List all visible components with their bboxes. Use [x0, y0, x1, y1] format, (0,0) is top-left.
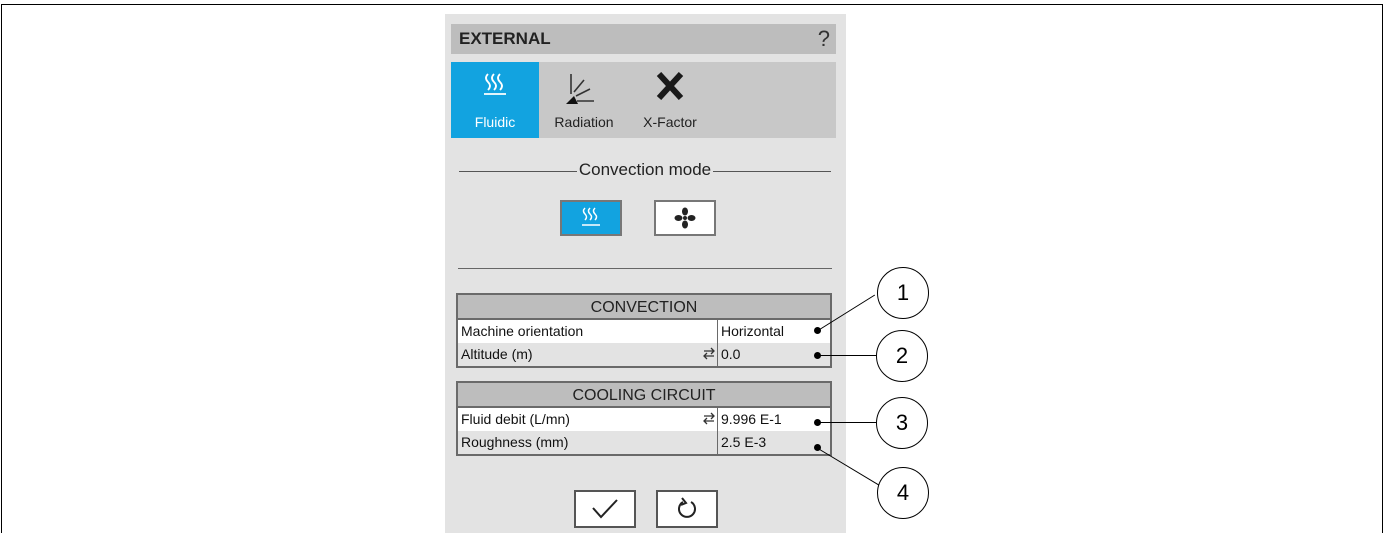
fluid-debit-field[interactable]: 9.996 E-1 [717, 408, 830, 431]
help-button[interactable]: ? [818, 26, 830, 52]
cooling-circuit-table-title: COOLING CIRCUIT [458, 383, 830, 408]
tab-x-factor[interactable]: X-Factor [629, 62, 711, 138]
swap-arrows-icon[interactable] [702, 346, 716, 360]
row-value: 2.5 E-3 [721, 434, 767, 450]
checkmark-icon [592, 499, 618, 519]
callout-2: 2 [876, 330, 928, 382]
row-label: Altitude (m) [461, 346, 533, 362]
callout-4: 4 [877, 467, 929, 519]
convection-mode-heading: Convection mode [459, 160, 831, 182]
frame-top-border [1, 4, 1383, 5]
callout-3: 3 [876, 397, 928, 449]
callout-2-leader [818, 355, 876, 356]
table-row-fluid-debit: Fluid debit (L/mn) 9.996 E-1 [458, 408, 830, 431]
tab-fluidic[interactable]: Fluidic [451, 62, 539, 138]
row-label: Roughness (mm) [461, 434, 569, 450]
tab-label: Radiation [554, 114, 614, 130]
row-value: 9.996 E-1 [721, 411, 782, 427]
heat-waves-icon [484, 73, 506, 95]
panel-title: EXTERNAL [459, 29, 551, 48]
external-panel: EXTERNAL ? Fluidic Radiation X-Factor Co… [445, 14, 846, 533]
table-row-machine-orientation: Machine orientation Horizontal [458, 320, 830, 343]
tab-label: Fluidic [474, 114, 516, 130]
section-divider [458, 268, 832, 269]
natural-convection-button[interactable] [560, 200, 622, 236]
tab-radiation[interactable]: Radiation [543, 62, 625, 138]
row-value: Horizontal [721, 323, 785, 339]
tab-bar: Fluidic Radiation X-Factor [451, 62, 836, 138]
table-row-roughness: Roughness (mm) 2.5 E-3 [458, 431, 830, 454]
reset-icon [678, 497, 696, 518]
convection-mode-title: Convection mode [576, 160, 714, 179]
x-factor-icon [656, 72, 684, 100]
reset-button[interactable] [656, 490, 718, 528]
tab-label: X-Factor [643, 114, 697, 130]
callout-3-leader [818, 422, 876, 423]
forced-convection-button[interactable] [654, 200, 716, 236]
roughness-field[interactable]: 2.5 E-3 [717, 431, 830, 454]
fan-icon [674, 207, 696, 229]
row-value: 0.0 [721, 346, 741, 362]
natural-convection-icon [582, 207, 600, 226]
row-label: Machine orientation [461, 323, 584, 339]
machine-orientation-field[interactable]: Horizontal [717, 320, 830, 343]
frame-right-border [1382, 4, 1383, 533]
table-row-altitude: Altitude (m) 0.0 [458, 343, 830, 366]
radiation-icon [566, 74, 594, 104]
convection-table: CONVECTION Machine orientation Horizonta… [456, 293, 832, 368]
row-label: Fluid debit (L/mn) [461, 411, 570, 427]
validate-button[interactable] [574, 490, 636, 528]
convection-table-title: CONVECTION [458, 295, 830, 320]
swap-arrows-icon[interactable] [702, 411, 716, 425]
callout-1: 1 [877, 267, 929, 319]
cooling-circuit-table: COOLING CIRCUIT Fluid debit (L/mn) 9.996… [456, 381, 832, 456]
frame-left-border [1, 4, 2, 533]
panel-header: EXTERNAL ? [451, 24, 836, 54]
